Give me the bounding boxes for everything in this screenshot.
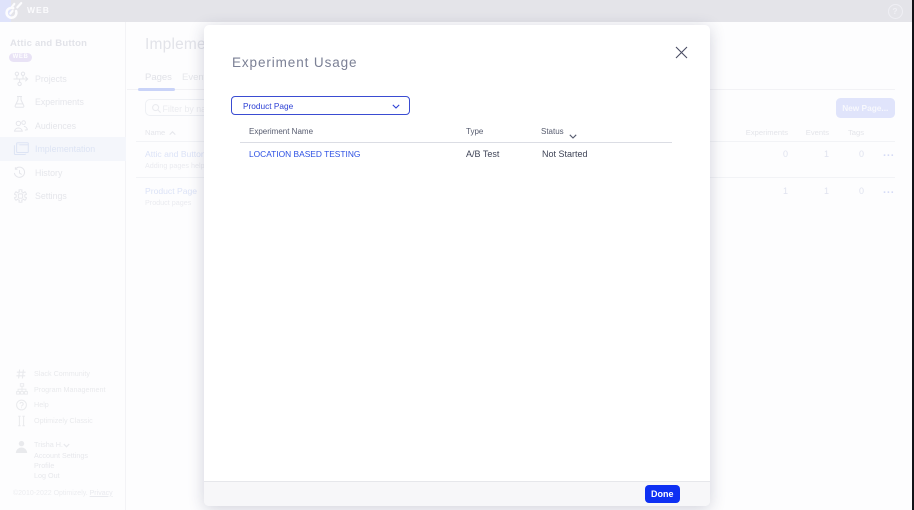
people-icon	[13, 119, 28, 132]
row-actions-menu[interactable]: ...	[883, 184, 895, 196]
sidebar-item-history[interactable]: History	[0, 161, 126, 184]
sidebar-item-label: Optimizely Classic	[34, 416, 93, 425]
modal-title: Experiment Usage	[232, 55, 357, 70]
name-header-label: Name	[145, 128, 165, 137]
sidebar-item-label: Slack Community	[34, 369, 90, 378]
done-button[interactable]: Done	[645, 485, 681, 503]
help-icon[interactable]: ?	[888, 4, 903, 19]
project-title: Attic and Button	[10, 38, 87, 49]
experiment-name-link[interactable]: LOCATION BASED TESTING	[249, 149, 360, 159]
sidebar: Attic and Button WEB Projects Experimen	[0, 22, 126, 510]
page-selector-value: Product Page	[243, 101, 293, 111]
sidebar-item-experiments[interactable]: Experiments	[0, 91, 126, 114]
gear-icon	[13, 188, 28, 203]
profile-link[interactable]: Profile	[34, 461, 54, 470]
page-selector-dropdown[interactable]: Product Page	[231, 96, 410, 115]
columns-icon	[16, 415, 27, 426]
optimizely-logo-icon	[0, 0, 24, 21]
logout-link[interactable]: Log Out	[34, 471, 60, 480]
column-header-status[interactable]: Status	[541, 127, 564, 136]
table-row: Product Page Product pages	[145, 186, 197, 208]
sidebar-item-projects[interactable]: Projects	[0, 67, 126, 90]
sort-asc-icon	[169, 131, 176, 136]
flask-icon	[13, 96, 26, 109]
column-header-experiment-name[interactable]: Experiment Name	[249, 127, 313, 136]
user-name[interactable]: Trisha H.	[34, 440, 63, 449]
experiment-usage-modal: Experiment Usage Product Page Experiment…	[204, 25, 710, 506]
column-header-type[interactable]: Type	[466, 127, 483, 136]
sidebar-item-label: Help	[34, 400, 49, 409]
active-tab-underline	[138, 88, 175, 91]
avatar[interactable]	[14, 439, 29, 458]
sidebar-nav: Projects Experiments	[0, 67, 126, 207]
browser-windows-icon	[13, 142, 29, 156]
modal-footer: Done	[204, 481, 710, 506]
hash-icon	[16, 369, 26, 379]
sidebar-item-label: History	[35, 168, 62, 178]
row-actions-menu[interactable]: ...	[883, 147, 895, 159]
page-description: Product pages	[145, 198, 197, 207]
new-page-button[interactable]: New Page...	[836, 98, 895, 118]
sidebar-item-settings[interactable]: Settings	[0, 184, 126, 207]
org-chart-icon	[16, 383, 28, 395]
sidebar-item-slack-community[interactable]: Slack Community	[0, 366, 126, 382]
tab-pages[interactable]: Pages	[145, 72, 172, 83]
sidebar-item-label: Program Management	[34, 385, 106, 394]
experiment-status: Not Started	[542, 149, 588, 159]
sidebar-item-program-management[interactable]: Program Management	[0, 382, 126, 398]
column-header-name[interactable]: Name	[145, 128, 165, 137]
sidebar-item-label: Audiences	[35, 121, 76, 131]
privacy-link[interactable]: Privacy	[90, 490, 113, 497]
chevron-down-icon	[63, 443, 70, 448]
column-header-tags[interactable]: Tags	[764, 128, 864, 137]
modal-table-header-divider	[240, 142, 672, 143]
sidebar-item-implementation[interactable]: Implementation	[0, 137, 126, 160]
sidebar-item-label: Experiments	[35, 97, 84, 107]
sidebar-item-label: Settings	[35, 191, 67, 201]
copyright-text: ©2010-2022 Optimizely.	[13, 490, 88, 497]
topbar: WEB ?	[0, 0, 914, 22]
sidebar-item-help[interactable]: Help	[0, 397, 126, 413]
close-icon[interactable]	[675, 46, 688, 59]
tags-count: 0	[764, 149, 864, 159]
sidebar-item-label: Implementation	[35, 144, 95, 154]
question-circle-icon	[16, 399, 27, 410]
history-clock-icon	[13, 166, 26, 179]
product-label: WEB	[27, 5, 50, 15]
projects-flow-icon	[13, 71, 31, 86]
page-name-link[interactable]: Attic and Button	[145, 149, 208, 159]
table-row: Attic and Button Adding pages helps	[145, 149, 208, 171]
account-settings-link[interactable]: Account Settings	[34, 451, 88, 460]
sort-desc-icon	[569, 134, 577, 139]
sidebar-item-label: Projects	[35, 74, 67, 84]
sidebar-utility-nav: Slack Community Program Management	[0, 366, 126, 428]
sidebar-item-optimizely-classic[interactable]: Optimizely Classic	[0, 413, 126, 429]
page-description: Adding pages helps	[145, 161, 208, 170]
copyright: ©2010-2022 Optimizely. Privacy	[13, 490, 113, 497]
sidebar-item-audiences[interactable]: Audiences	[0, 114, 126, 137]
chevron-down-icon	[392, 104, 400, 109]
search-icon	[151, 103, 162, 114]
project-badge: WEB	[9, 53, 32, 62]
optimizely-app: WEB ? Attic and Button WEB Projects	[0, 0, 914, 510]
page-name-link[interactable]: Product Page	[145, 186, 197, 196]
experiment-type: A/B Test	[466, 149, 499, 159]
tags-count: 0	[764, 186, 864, 196]
